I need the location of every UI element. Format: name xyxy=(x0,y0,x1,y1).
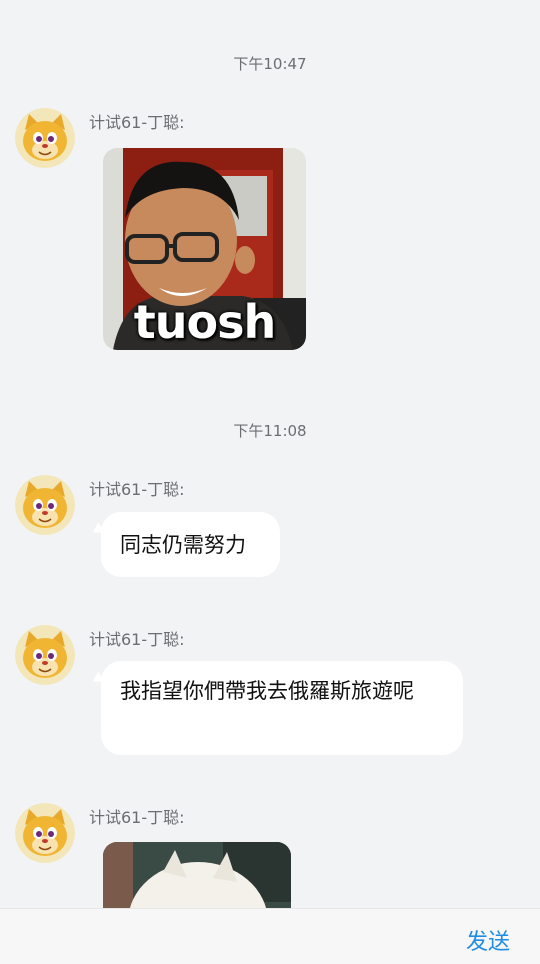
sticker-image[interactable] xyxy=(103,842,291,908)
sender-name: 计试61-丁聪: xyxy=(89,808,185,827)
message-bubble[interactable]: 我指望你們帶我去俄羅斯旅遊呢 xyxy=(101,661,463,755)
cartoon-cat-avatar-icon xyxy=(15,475,75,535)
avatar[interactable] xyxy=(15,475,75,535)
bottom-bar: 发送 xyxy=(0,908,540,964)
sender-name: 计试61-丁聪: xyxy=(89,113,185,132)
cartoon-cat-avatar-icon xyxy=(15,625,75,685)
message-bubble[interactable]: 同志仍需努力 xyxy=(101,512,280,577)
send-button[interactable]: 发送 xyxy=(466,924,510,956)
avatar[interactable] xyxy=(15,108,75,168)
sender-name: 计试61-丁聪: xyxy=(89,480,185,499)
avatar[interactable] xyxy=(15,803,75,863)
timestamp: 下午10:47 xyxy=(233,55,307,73)
cartoon-cat-avatar-icon xyxy=(15,108,75,168)
sticker-caption: tuosh xyxy=(133,295,276,349)
message-text: 我指望你們帶我去俄羅斯旅遊呢 xyxy=(120,679,414,703)
message-text: 同志仍需努力 xyxy=(120,533,246,557)
chat-message-list[interactable]: 下午10:47 计试61-丁聪: tuosh 下午11:08 计试61-丁聪: … xyxy=(0,0,540,908)
sticker-photo xyxy=(103,842,291,908)
avatar[interactable] xyxy=(15,625,75,685)
cartoon-cat-avatar-icon xyxy=(15,803,75,863)
sticker-image[interactable]: tuosh xyxy=(103,148,306,350)
sender-name: 计试61-丁聪: xyxy=(89,630,185,649)
timestamp: 下午11:08 xyxy=(233,422,307,440)
